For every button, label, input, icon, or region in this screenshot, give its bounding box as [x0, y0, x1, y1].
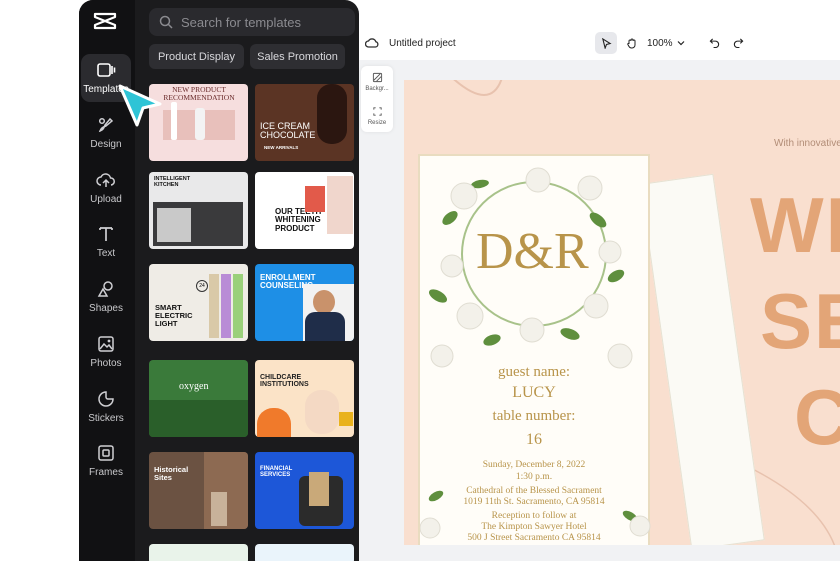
redo-icon[interactable]	[733, 37, 744, 48]
background-label: Backgr...	[365, 86, 389, 92]
app-screen: Templates Design Upload Text Shapes Phot…	[0, 0, 840, 561]
thumb-title: CHILDCARE INSTITUTIONS	[260, 374, 309, 389]
table-label: table number:	[492, 408, 576, 424]
template-thumb[interactable]: ICE CREAM CHOCOLATE NEW ARRIVALS	[255, 84, 354, 161]
resize-label: Resize	[367, 120, 387, 126]
sidebar-item-label: Text	[96, 248, 116, 259]
search-icon	[159, 15, 173, 29]
hand-tool-button[interactable]	[621, 32, 643, 54]
project-title[interactable]: Untitled project	[389, 36, 456, 50]
stickers-icon	[98, 391, 114, 407]
thumb-title: NEW PRODUCT RECOMMENDATION	[163, 85, 235, 102]
template-thumb[interactable]: NEW PRODUCT RECOMMENDATION	[149, 84, 248, 161]
template-thumb[interactable]	[255, 544, 354, 561]
cursor-arrow-icon	[601, 37, 612, 49]
thumb-image	[305, 390, 339, 434]
sidebar-item-label: Photos	[90, 358, 122, 369]
background-tool[interactable]: Backgr...	[361, 72, 393, 92]
tagline: With innovative f	[774, 138, 840, 149]
thumb-title: ICE CREAM CHOCOLATE	[260, 121, 316, 141]
reception-address: 500 J Street Sacramento CA 95814	[467, 533, 601, 543]
template-thumb[interactable]: INTELLIGENT KITCHEN	[149, 172, 248, 249]
zoom-level[interactable]: 100%	[647, 36, 673, 50]
top-bar: Untitled project 100%	[359, 26, 840, 60]
reception-hotel: The Kimpton Sawyer Hotel	[481, 522, 587, 532]
chip-sales-promotion[interactable]: Sales Promotion	[250, 44, 345, 69]
artboard[interactable]: With innovative f WE SEA CI	[404, 80, 840, 545]
sidebar-item-label: Stickers	[88, 413, 124, 424]
chevron-down-icon[interactable]	[677, 39, 685, 47]
thumb-title: oxygen	[179, 381, 209, 392]
sidebar-item-label: Shapes	[89, 303, 123, 314]
text-icon	[99, 227, 113, 241]
headline-line-3: CI	[794, 373, 840, 461]
thumb-title: INTELLIGENT KITCHEN	[154, 176, 191, 188]
select-tool-button[interactable]	[595, 32, 617, 54]
thumb-title: SMART ELECTRIC LIGHT	[155, 303, 193, 328]
invitation-card[interactable]: D&R guest name: LUCY table number: 16 Su…	[418, 154, 651, 545]
hand-icon	[627, 38, 636, 49]
thumb-title: Historical Sites	[154, 465, 189, 482]
sidebar-item-frames[interactable]: Frames	[81, 437, 131, 485]
template-thumb[interactable]: OUR TEETH WHITENING PRODUCT	[255, 172, 354, 249]
cloud-icon[interactable]	[365, 37, 379, 49]
templates-icon	[97, 63, 116, 77]
pointer-cursor-icon	[118, 84, 162, 127]
templates-panel: Search for templates Product Display Sal…	[135, 0, 359, 561]
monogram: D&R	[476, 223, 589, 280]
event-date: Sunday, December 8, 2022	[482, 460, 586, 470]
resize-icon	[372, 107, 382, 116]
template-search[interactable]: Search for templates	[149, 8, 355, 36]
thumb-image	[327, 176, 353, 234]
template-thumb[interactable]: FINANCIAL SERVICES	[255, 452, 354, 529]
background-icon	[372, 72, 382, 83]
sidebar-item-label: Upload	[90, 194, 122, 205]
template-thumb[interactable]: Historical Sites	[149, 452, 248, 529]
sidebar-item-text[interactable]: Text	[81, 218, 131, 266]
template-thumb[interactable]: oxygen	[149, 360, 248, 437]
guest-value: LUCY	[512, 384, 556, 401]
guest-label: guest name:	[497, 364, 571, 380]
capcut-logo-icon[interactable]	[93, 11, 117, 31]
event-address: 1019 11th St. Sacramento, CA 95814	[463, 497, 605, 507]
sidebar-item-photos[interactable]: Photos	[81, 328, 131, 376]
sidebar-item-label: Frames	[89, 467, 123, 478]
search-input[interactable]: Search for templates	[181, 15, 301, 30]
headline-line-2: SEA	[760, 277, 840, 365]
template-thumb[interactable]: SMART ELECTRIC LIGHT 24	[149, 264, 248, 341]
undo-icon[interactable]	[709, 37, 720, 48]
design-icon	[98, 117, 114, 133]
table-value: 16	[526, 431, 542, 448]
thumb-subtitle: NEW ARRIVALS	[264, 145, 299, 150]
chip-product-display[interactable]: Product Display	[149, 44, 244, 69]
upload-icon	[96, 173, 115, 187]
event-venue: Cathedral of the Blessed Sacrament	[466, 486, 602, 496]
thumb-title: FINANCIAL SERVICES	[260, 466, 293, 479]
shapes-icon	[97, 281, 113, 297]
sidebar-item-shapes[interactable]: Shapes	[81, 273, 131, 321]
template-thumb[interactable]: CHILDCARE INSTITUTIONS	[255, 360, 354, 437]
headline-line-1: WE	[750, 181, 840, 269]
sidebar-item-label: Design	[90, 139, 122, 150]
resize-tool[interactable]: Resize	[361, 106, 393, 126]
reception-note: Reception to follow at	[491, 511, 577, 521]
sidebar-item-stickers[interactable]: Stickers	[81, 383, 131, 431]
event-time: 1:30 p.m.	[515, 472, 553, 482]
canvas-side-tools: Backgr... Resize	[361, 66, 393, 132]
template-thumb[interactable]	[149, 544, 248, 561]
frames-icon	[98, 445, 114, 461]
sidebar-item-upload[interactable]: Upload	[81, 164, 131, 212]
photos-icon	[98, 336, 114, 352]
thumb-badge: 24	[196, 280, 208, 292]
template-thumb[interactable]: ENROLLMENT COUNSELING	[255, 264, 354, 341]
